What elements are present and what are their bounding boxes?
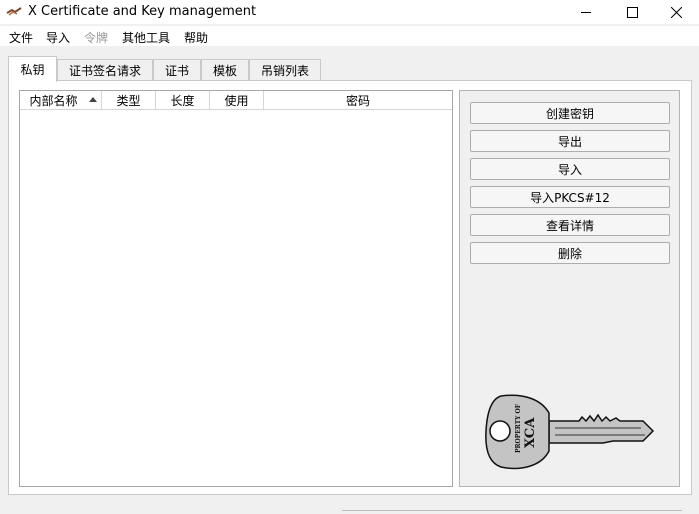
import-pkcs12-button[interactable]: 导入PKCS#12 xyxy=(470,186,670,208)
column-header-label: 长度 xyxy=(170,93,195,108)
tab-private-keys[interactable]: 私钥 xyxy=(8,56,57,82)
menu-extra-tools[interactable]: 其他工具 xyxy=(122,29,170,46)
export-button[interactable]: 导出 xyxy=(470,130,670,152)
key-text-small: PROPERTY OF xyxy=(515,403,522,453)
key-list[interactable]: 内部名称 类型 长度 使用 密码 xyxy=(19,90,453,487)
tab-label: 模板 xyxy=(212,63,237,78)
close-button[interactable] xyxy=(653,0,699,24)
button-label: 查看详情 xyxy=(545,218,594,233)
maximize-icon xyxy=(626,6,638,18)
menu-help[interactable]: 帮助 xyxy=(184,29,208,46)
tab-label: 吊销列表 xyxy=(260,63,309,78)
button-label: 导出 xyxy=(557,134,582,149)
maximize-button[interactable] xyxy=(609,0,655,24)
tab-signing-requests[interactable]: 证书签名请求 xyxy=(57,59,153,80)
column-header-type[interactable]: 类型 xyxy=(102,91,156,110)
show-details-button[interactable]: 查看详情 xyxy=(470,214,670,236)
column-header-label: 类型 xyxy=(116,93,141,108)
column-header-size[interactable]: 长度 xyxy=(156,91,210,110)
tab-templates[interactable]: 模板 xyxy=(201,59,249,80)
close-icon xyxy=(670,6,682,18)
menu-file[interactable]: 文件 xyxy=(9,29,33,46)
tab-revocation-lists[interactable]: 吊销列表 xyxy=(249,59,321,80)
sort-ascending-icon xyxy=(89,97,97,102)
app-icon xyxy=(6,7,22,16)
tab-label: 私钥 xyxy=(20,63,45,77)
create-key-button[interactable]: 创建密钥 xyxy=(470,102,670,124)
import-button[interactable]: 导入 xyxy=(470,158,670,180)
button-label: 创建密钥 xyxy=(545,106,594,121)
title-bar: X Certificate and Key management xyxy=(0,0,699,24)
window-title: X Certificate and Key management xyxy=(28,4,257,19)
minimize-button[interactable] xyxy=(563,0,609,24)
tab-label: 证书 xyxy=(164,63,189,78)
column-header-internal-name[interactable]: 内部名称 xyxy=(20,91,102,110)
menu-import[interactable]: 导入 xyxy=(46,29,70,46)
button-label: 删除 xyxy=(557,246,582,261)
menu-token[interactable]: 令牌 xyxy=(84,29,108,46)
column-header-label: 内部名称 xyxy=(29,93,78,108)
column-header-label: 密码 xyxy=(345,93,370,108)
column-header-password[interactable]: 密码 xyxy=(264,91,452,110)
button-label: 导入 xyxy=(557,162,582,177)
button-label: 导入PKCS#12 xyxy=(530,190,610,205)
tab-certificates[interactable]: 证书 xyxy=(153,59,201,80)
key-icon: PROPERTY OF XCA xyxy=(485,394,655,470)
key-text-large: XCA xyxy=(523,417,538,448)
status-bar-edge xyxy=(342,510,682,514)
minimize-icon xyxy=(581,12,591,13)
delete-button[interactable]: 删除 xyxy=(470,242,670,264)
column-header-label: 使用 xyxy=(224,93,249,108)
menu-bar: 文件 导入 令牌 其他工具 帮助 xyxy=(0,26,699,46)
tab-label: 证书签名请求 xyxy=(68,63,141,78)
column-header-use[interactable]: 使用 xyxy=(210,91,264,110)
